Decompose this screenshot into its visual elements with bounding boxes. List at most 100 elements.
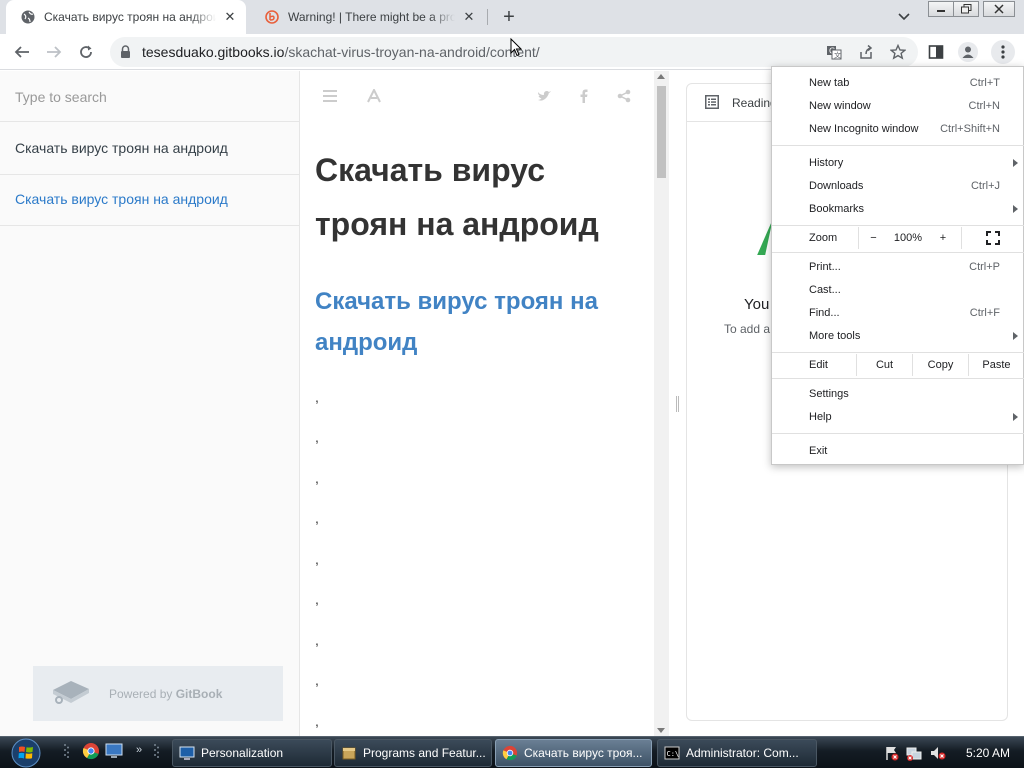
url-path: /skachat-virus-troyan-na-android/content… — [284, 44, 540, 60]
reload-button[interactable] — [73, 39, 99, 65]
comma-line: , — [315, 389, 319, 405]
share-icon[interactable] — [857, 43, 875, 61]
zoom-level: 100% — [893, 232, 923, 244]
comma-line: , — [315, 713, 319, 729]
sidebar-item-label: Скачать вирус троян на андроид — [15, 191, 228, 207]
tab-title: Скачать вирус троян на андроид - GitBook — [44, 10, 216, 24]
menu-edit-row: Edit Cut Copy Paste — [772, 354, 1024, 376]
tab-title: Warning! | There might be a problem — [288, 10, 455, 24]
powered-prefix: Powered by — [109, 686, 176, 701]
bookmark-star-icon[interactable] — [889, 43, 907, 61]
side-panel-icon[interactable] — [926, 42, 946, 62]
menu-item-exit[interactable]: Exit — [772, 440, 1024, 462]
mouse-cursor-icon — [510, 38, 522, 57]
restore-button[interactable] — [953, 1, 979, 17]
tab-search-chevron-icon[interactable] — [894, 8, 914, 26]
side-panel-resize-handle[interactable] — [669, 71, 686, 736]
start-button[interactable] — [6, 737, 46, 768]
tab-divider — [487, 9, 488, 25]
menu-item-new-window[interactable]: New window Ctrl+N — [772, 95, 1024, 117]
taskbar-item-cmd[interactable]: C:\ Administrator: Com... — [657, 739, 817, 767]
reading-list-icon — [705, 95, 719, 114]
menu-item-find[interactable]: Find... Ctrl+F — [772, 302, 1024, 324]
submenu-arrow-icon — [1013, 159, 1018, 167]
menu-separator — [772, 433, 1024, 434]
menu-item-cast[interactable]: Cast... — [772, 279, 1024, 301]
tab-warning[interactable]: Warning! | There might be a problem ✕ — [250, 0, 485, 34]
zoom-in-button[interactable]: + — [928, 227, 958, 249]
menu-shortcut: Ctrl+Shift+N — [940, 123, 1000, 135]
profile-avatar-icon[interactable] — [958, 42, 978, 62]
powered-by-gitbook-link[interactable]: Powered by GitBook — [33, 666, 283, 721]
share-icon[interactable] — [616, 88, 632, 104]
menu-label: Settings — [809, 388, 849, 400]
gitbook-logo-icon — [49, 676, 91, 711]
scroll-thumb[interactable] — [657, 86, 666, 178]
font-settings-icon[interactable] — [366, 88, 382, 104]
tray-volume-icon[interactable] — [930, 745, 946, 761]
toggle-sidebar-icon[interactable] — [322, 88, 338, 104]
cut-button[interactable]: Cut — [856, 354, 912, 376]
menu-item-downloads[interactable]: Downloads Ctrl+J — [772, 175, 1024, 197]
copy-button[interactable]: Copy — [912, 354, 968, 376]
lock-icon[interactable] — [120, 45, 131, 63]
tray-flag-icon[interactable] — [884, 745, 900, 761]
tray-network-icon[interactable] — [906, 745, 922, 761]
sidebar-item-active[interactable]: Скачать вирус троян на андроид — [0, 175, 299, 226]
scroll-down-arrow-icon[interactable] — [657, 728, 665, 733]
menu-shortcut: Ctrl+J — [970, 180, 1000, 192]
chrome-icon — [502, 745, 518, 761]
submenu-arrow-icon — [1013, 332, 1018, 340]
sidebar-item-intro[interactable]: Скачать вирус троян на андроид — [0, 124, 299, 175]
grip-icon — [64, 744, 69, 758]
forward-button[interactable] — [41, 39, 67, 65]
tab-close-icon[interactable]: ✕ — [459, 7, 479, 27]
section-heading-link[interactable]: Скачать вирус троян на андроид — [315, 281, 640, 363]
chrome-quicklaunch-icon[interactable] — [82, 742, 100, 760]
taskbar-item-chrome[interactable]: Скачать вирус троя... — [495, 739, 652, 767]
menu-label: Edit — [809, 359, 828, 371]
clock: 5:20 AM — [966, 746, 1011, 760]
taskbar-item-programs[interactable]: Programs and Featur... — [334, 739, 492, 767]
windows-taskbar: » Personalization Programs and Featur...… — [0, 736, 1024, 768]
comma-line: , — [315, 510, 319, 526]
menu-separator — [772, 225, 1024, 226]
menu-item-bookmarks[interactable]: Bookmarks — [772, 198, 1024, 220]
facebook-icon[interactable] — [576, 88, 592, 104]
menu-label: Help — [809, 411, 832, 423]
menu-label: Cast... — [809, 284, 841, 296]
taskbar-item-personalization[interactable]: Personalization — [172, 739, 332, 767]
translate-icon[interactable]: G文 — [825, 43, 843, 61]
tab-close-icon[interactable]: ✕ — [220, 7, 240, 27]
comma-line: , — [315, 551, 319, 567]
book-search-input[interactable]: Type to search — [0, 71, 299, 122]
task-label: Administrator: Com... — [686, 746, 799, 760]
minimize-button[interactable] — [928, 1, 954, 17]
chrome-menu-kebab-icon[interactable] — [991, 40, 1015, 64]
paste-button[interactable]: Paste — [968, 354, 1024, 376]
content-scrollbar[interactable] — [654, 71, 669, 736]
tab-gitbook[interactable]: Скачать вирус троян на андроид - GitBook… — [6, 0, 246, 34]
powered-by-text: Powered by GitBook — [109, 687, 222, 701]
menu-item-help[interactable]: Help — [772, 406, 1024, 428]
url-host: tesesduako.gitbooks.io — [142, 44, 285, 60]
menu-item-new-tab[interactable]: New tab Ctrl+T — [772, 72, 1024, 94]
search-placeholder: Type to search — [15, 89, 107, 105]
menu-label: New window — [809, 100, 871, 112]
new-tab-button[interactable]: + — [498, 6, 520, 28]
menu-item-new-incognito[interactable]: New Incognito window Ctrl+Shift+N — [772, 118, 1024, 140]
comma-line: , — [315, 672, 319, 688]
menu-item-settings[interactable]: Settings — [772, 383, 1024, 405]
menu-item-print[interactable]: Print... Ctrl+P — [772, 256, 1024, 278]
back-button[interactable] — [9, 39, 35, 65]
close-window-button[interactable] — [983, 1, 1015, 17]
show-desktop-icon[interactable] — [105, 742, 123, 760]
zoom-out-button[interactable]: − — [858, 227, 888, 249]
fullscreen-icon[interactable] — [961, 227, 1024, 249]
chrome-main-menu: New tab Ctrl+T New window Ctrl+N New Inc… — [771, 66, 1024, 465]
scroll-up-arrow-icon[interactable] — [657, 74, 665, 79]
twitter-icon[interactable] — [536, 88, 552, 104]
menu-item-more-tools[interactable]: More tools — [772, 325, 1024, 347]
menu-item-history[interactable]: History — [772, 152, 1024, 174]
quicklaunch-overflow-icon[interactable]: » — [136, 744, 142, 756]
